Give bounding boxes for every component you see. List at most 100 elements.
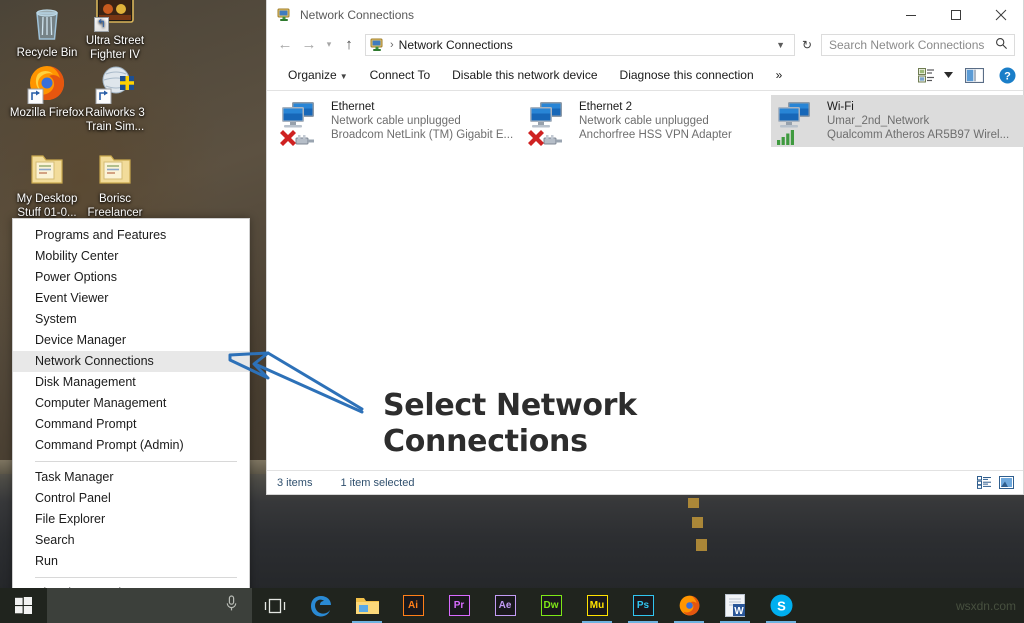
task-view-button[interactable] bbox=[252, 588, 298, 623]
organize-button[interactable]: Organize▼ bbox=[277, 63, 359, 87]
connection-item[interactable]: Ethernet 2Network cable unpluggedAnchorf… bbox=[523, 95, 778, 147]
overflow-button[interactable]: » bbox=[765, 63, 794, 87]
connect-to-button[interactable]: Connect To bbox=[359, 63, 442, 87]
network-connections-icon bbox=[277, 7, 293, 23]
annotation-line-2: Connections bbox=[383, 424, 683, 460]
menu-item-label: Programs and Features bbox=[35, 228, 166, 242]
watermark: wsxdn.com bbox=[956, 599, 1024, 613]
wireless-adapter-icon bbox=[774, 99, 824, 145]
minimize-button[interactable] bbox=[888, 0, 933, 29]
svg-text:?: ? bbox=[1004, 70, 1011, 82]
menu-item-label: Disk Management bbox=[35, 375, 136, 389]
screen: Recycle Bin↰Ultra Street Fighter IVMozil… bbox=[0, 0, 1024, 623]
search-placeholder: Search Network Connections bbox=[829, 38, 995, 52]
back-arrow-icon[interactable]: ← bbox=[273, 33, 297, 57]
menu-item-task-manager[interactable]: Task Manager bbox=[13, 467, 249, 488]
desktop-icon-ultra-street-fighter-iv[interactable]: ↰Ultra Street Fighter IV bbox=[72, 0, 158, 62]
connection-item[interactable]: EthernetNetwork cable unpluggedBroadcom … bbox=[275, 95, 530, 147]
taskbar-photoshop-icon[interactable]: Ps bbox=[620, 588, 666, 623]
menu-item-system[interactable]: System bbox=[13, 309, 249, 330]
menu-item-network-connections[interactable]: Network Connections bbox=[13, 351, 249, 372]
connection-item[interactable]: Wi-FiUmar_2nd_NetworkQualcomm Atheros AR… bbox=[771, 95, 1024, 147]
menu-item-label: Network Connections bbox=[35, 354, 154, 368]
start-button[interactable] bbox=[0, 588, 47, 623]
menu-item-command-prompt[interactable]: Command Prompt bbox=[13, 414, 249, 435]
chevron-down-icon[interactable]: ▼ bbox=[769, 40, 792, 50]
railworks-icon bbox=[94, 62, 136, 104]
help-icon[interactable]: ? bbox=[991, 63, 1023, 87]
illustrator-icon-glyph: Ai bbox=[403, 595, 424, 616]
menu-item-programs-and-features[interactable]: Programs and Features bbox=[13, 225, 249, 246]
edge-glyph bbox=[309, 594, 333, 618]
taskbar-dreamweaver-icon[interactable]: Dw bbox=[528, 588, 574, 623]
ethernet-adapter-disconnected-icon bbox=[278, 99, 328, 145]
explorer-title-bar[interactable]: Network Connections bbox=[267, 0, 1023, 29]
firefox-icon bbox=[26, 62, 68, 104]
connection-adapter: Broadcom NetLink (TM) Gigabit E... bbox=[331, 128, 513, 142]
diagnose-connection-button[interactable]: Diagnose this connection bbox=[609, 63, 765, 87]
menu-item-disk-management[interactable]: Disk Management bbox=[13, 372, 249, 393]
taskbar-firefox-icon[interactable] bbox=[666, 588, 712, 623]
up-arrow-icon[interactable]: ↑ bbox=[337, 33, 361, 57]
taskbar-search-box[interactable] bbox=[47, 588, 252, 623]
maximize-button[interactable] bbox=[933, 0, 978, 29]
breadcrumb[interactable]: › Network Connections ▼ bbox=[365, 34, 795, 56]
taskbar-edge-icon[interactable] bbox=[298, 588, 344, 623]
menu-item-device-manager[interactable]: Device Manager bbox=[13, 330, 249, 351]
desktop-icon-railworks-3-train-sim[interactable]: Railworks 3 Train Sim... bbox=[72, 62, 158, 134]
muse-icon-glyph: Mu bbox=[587, 595, 608, 616]
dreamweaver-icon-glyph: Dw bbox=[541, 595, 562, 616]
svg-text:W: W bbox=[734, 606, 744, 617]
menu-item-file-explorer[interactable]: File Explorer bbox=[13, 509, 249, 530]
taskbar-buttons: Ai PrAe Dw Mu Ps W S bbox=[298, 588, 804, 623]
organize-label: Organize bbox=[288, 68, 337, 82]
menu-item-search[interactable]: Search bbox=[13, 530, 249, 551]
disable-device-button[interactable]: Disable this network device bbox=[441, 63, 608, 87]
explorer-command-bar: Organize▼ Connect To Disable this networ… bbox=[267, 60, 1023, 91]
menu-item-label: Device Manager bbox=[35, 333, 126, 347]
taskbar-word-icon[interactable]: W bbox=[712, 588, 758, 623]
menu-separator bbox=[35, 577, 237, 578]
large-icons-view-icon[interactable] bbox=[995, 473, 1017, 493]
menu-item-control-panel[interactable]: Control Panel bbox=[13, 488, 249, 509]
menu-separator bbox=[35, 461, 237, 462]
road-dash bbox=[696, 539, 707, 551]
view-dropdown-icon[interactable] bbox=[939, 63, 957, 87]
search-input[interactable]: Search Network Connections bbox=[821, 34, 1015, 56]
connection-text: Wi-FiUmar_2nd_NetworkQualcomm Atheros AR… bbox=[824, 99, 1009, 142]
desktop-icon-label: Railworks 3 Train Sim... bbox=[85, 107, 144, 133]
taskbar-muse-icon[interactable]: Mu bbox=[574, 588, 620, 623]
taskbar-after-effects-icon[interactable]: Ae bbox=[482, 588, 528, 623]
breadcrumb-current[interactable]: Network Connections bbox=[399, 38, 769, 52]
folder-icon bbox=[26, 148, 68, 190]
menu-item-run[interactable]: Run bbox=[13, 551, 249, 572]
connection-name: Wi-Fi bbox=[827, 100, 1009, 114]
connection-text: EthernetNetwork cable unpluggedBroadcom … bbox=[328, 99, 513, 142]
forward-arrow-icon[interactable]: → bbox=[297, 33, 321, 57]
connection-name: Ethernet bbox=[331, 100, 513, 114]
menu-item-event-viewer[interactable]: Event Viewer bbox=[13, 288, 249, 309]
menu-item-mobility-center[interactable]: Mobility Center bbox=[13, 246, 249, 267]
close-button[interactable] bbox=[978, 0, 1023, 29]
breadcrumb-separator: › bbox=[386, 39, 399, 51]
change-view-icon[interactable] bbox=[913, 63, 939, 87]
taskbar-premiere-icon[interactable]: Pr bbox=[436, 588, 482, 623]
menu-item-label: Run bbox=[35, 554, 58, 568]
annotation-headline: Select Network Connections bbox=[383, 388, 683, 460]
refresh-icon[interactable]: ↻ bbox=[797, 34, 817, 56]
menu-item-computer-management[interactable]: Computer Management bbox=[13, 393, 249, 414]
microphone-icon[interactable] bbox=[225, 595, 238, 617]
taskbar-illustrator-icon[interactable]: Ai bbox=[390, 588, 436, 623]
recent-locations-icon[interactable]: ▾ bbox=[321, 33, 337, 57]
taskbar-skype-icon[interactable]: S bbox=[758, 588, 804, 623]
details-view-icon[interactable] bbox=[973, 473, 995, 493]
taskbar-file-explorer-icon[interactable] bbox=[344, 588, 390, 623]
menu-item-power-options[interactable]: Power Options bbox=[13, 267, 249, 288]
menu-item-command-prompt-admin[interactable]: Command Prompt (Admin) bbox=[13, 435, 249, 456]
menu-item-label: Mobility Center bbox=[35, 249, 118, 263]
chevron-down-icon: ▼ bbox=[337, 72, 348, 81]
selection-status: 1 item selected bbox=[340, 477, 442, 489]
connection-adapter: Qualcomm Atheros AR5B97 Wirel... bbox=[827, 128, 1009, 142]
desktop-icon-borisc-freelancer[interactable]: Borisc Freelancer bbox=[72, 148, 158, 220]
preview-pane-icon[interactable] bbox=[957, 63, 991, 87]
